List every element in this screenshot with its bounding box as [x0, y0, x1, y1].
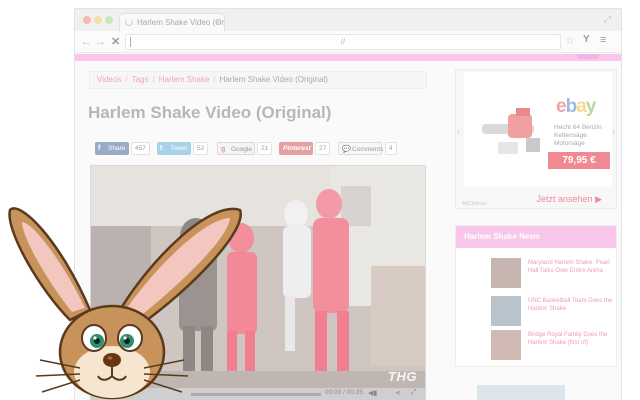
url-text: // — [340, 37, 346, 46]
google-share-count: 21 — [257, 142, 273, 155]
ebay-ad[interactable]: ebay Hecht 64 Benzin Kettensäge Motorsäg… — [455, 69, 617, 209]
tab-close-icon[interactable]: × — [215, 14, 220, 31]
window-minimize-button[interactable] — [94, 16, 102, 24]
window-maximize-button[interactable] — [105, 16, 113, 24]
twitter-bird-icon: t — [160, 145, 163, 152]
ad-choices-label[interactable]: AdChoices — [462, 201, 486, 207]
news-heading: Harlem Shake News — [456, 226, 616, 248]
fullscreen-icon[interactable]: ⤢ — [411, 389, 417, 397]
back-icon[interactable]: ← — [81, 34, 92, 50]
ad-content: ebay Hecht 64 Benzin Kettensäge Motorsäg… — [464, 72, 612, 187]
ad-cta-link[interactable]: Jetzt ansehen ▶ — [537, 194, 602, 205]
bunny-mascot-image — [8, 207, 242, 400]
share-icon[interactable]: ⋖ — [395, 389, 401, 397]
speech-bubble-icon: 💬 — [342, 146, 351, 153]
ebay-logo-y: y — [585, 96, 597, 117]
forward-icon[interactable]: → — [95, 34, 106, 50]
ad-price: 79,95 € — [548, 152, 610, 169]
breadcrumb-separator: / — [125, 75, 128, 84]
bottom-ad-banner[interactable] — [477, 385, 565, 400]
star-icon[interactable]: ☆ — [565, 34, 575, 47]
comments-button[interactable]: 💬 Comments — [338, 142, 384, 155]
news-item[interactable]: Bridge Royal Family Does the Harlem Shak… — [491, 330, 615, 360]
breadcrumb: Videos / Tags / Harlem Shake / Harlem Shake Vi… — [89, 71, 427, 89]
extension-icon[interactable]: Y — [583, 34, 590, 45]
comments-count: 4 — [385, 142, 397, 155]
video-watermark: THG — [388, 369, 417, 384]
chainsaw-image — [482, 108, 540, 154]
google-share-label: Google — [231, 146, 252, 153]
facebook-share-button[interactable]: f Share — [95, 142, 129, 155]
browser-toolbar: ← → ✕ // ☆ Y ≡ — [75, 31, 621, 53]
facebook-share-label: Share — [108, 145, 126, 152]
video-time: 00:03 / 00:35 — [325, 389, 363, 396]
tab-title: Harlem Shake Video (Original) — [137, 18, 224, 27]
twitter-tweet-button[interactable]: t Tweet — [157, 142, 191, 155]
news-thumbnail — [491, 330, 521, 360]
ebay-logo-e: e — [556, 96, 567, 117]
ebay-logo-b: b — [565, 96, 578, 117]
comments-label: Comments — [352, 146, 384, 153]
loading-spinner-icon — [125, 18, 133, 26]
pinterest-label: Pinterest — [283, 145, 311, 152]
breadcrumb-link-videos[interactable]: Videos — [97, 75, 121, 84]
header-tab[interactable] — [577, 54, 599, 59]
news-item[interactable]: Maryland Harlem Shake: Pearl Hall Talks … — [491, 258, 615, 288]
facebook-share-count: 457 — [131, 142, 150, 155]
twitter-tweet-count: 52 — [193, 142, 209, 155]
news-item-title[interactable]: Maryland Harlem Shake: Pearl Hall Talks … — [528, 259, 614, 275]
breadcrumb-separator: / — [152, 75, 155, 84]
pinterest-count: 27 — [315, 142, 331, 155]
ad-product-text: Hecht 64 Benzin Kettensäge Motorsäge — [554, 124, 602, 147]
news-thumbnail — [491, 296, 521, 326]
window-close-button[interactable] — [83, 16, 91, 24]
twitter-tweet-label: Tweet — [170, 145, 188, 152]
news-item-title[interactable]: Bridge Royal Family Does the Harlem Shak… — [528, 331, 614, 347]
fullscreen-icon[interactable]: ⤢ — [604, 14, 611, 25]
pinterest-button[interactable]: Pinterest — [279, 142, 313, 155]
ad-prev-icon[interactable]: ‹ — [457, 126, 460, 136]
browser-tab[interactable]: Harlem Shake Video (Original) × — [119, 13, 225, 31]
volume-icon[interactable]: ◀▮ — [368, 389, 377, 397]
breadcrumb-link-tags[interactable]: Tags — [132, 75, 149, 84]
breadcrumb-current: Harlem Shake Video (Original) — [219, 75, 328, 84]
breadcrumb-separator: / — [213, 75, 216, 84]
ad-next-icon[interactable]: › — [612, 126, 615, 136]
news-widget: Harlem Shake News Maryland Harlem Shake:… — [455, 225, 617, 367]
tab-bar: Harlem Shake Video (Original) × ⤢ — [75, 9, 621, 31]
address-bar[interactable]: // — [125, 34, 561, 50]
breadcrumb-link-harlem-shake[interactable]: Harlem Shake — [159, 75, 210, 84]
screenshot-stage: Harlem Shake Video (Original) × ⤢ ← → ✕ … — [0, 0, 640, 400]
google-share-button[interactable]: g Google — [217, 142, 255, 155]
news-thumbnail — [491, 258, 521, 288]
ebay-logo: ebay — [556, 96, 597, 118]
news-item-title[interactable]: UNC Basketball Team Does the Harlem Shak… — [528, 297, 614, 313]
google-plus-icon: g — [221, 146, 226, 153]
facebook-icon: f — [98, 145, 101, 152]
text-cursor — [130, 37, 131, 47]
stop-icon[interactable]: ✕ — [111, 34, 120, 50]
ebay-logo-a: a — [576, 96, 587, 117]
menu-icon[interactable]: ≡ — [600, 34, 606, 46]
page-title: Harlem Shake Video (Original) — [88, 103, 332, 122]
site-header-bar — [75, 54, 621, 61]
news-item[interactable]: UNC Basketball Team Does the Harlem Shak… — [491, 296, 615, 326]
